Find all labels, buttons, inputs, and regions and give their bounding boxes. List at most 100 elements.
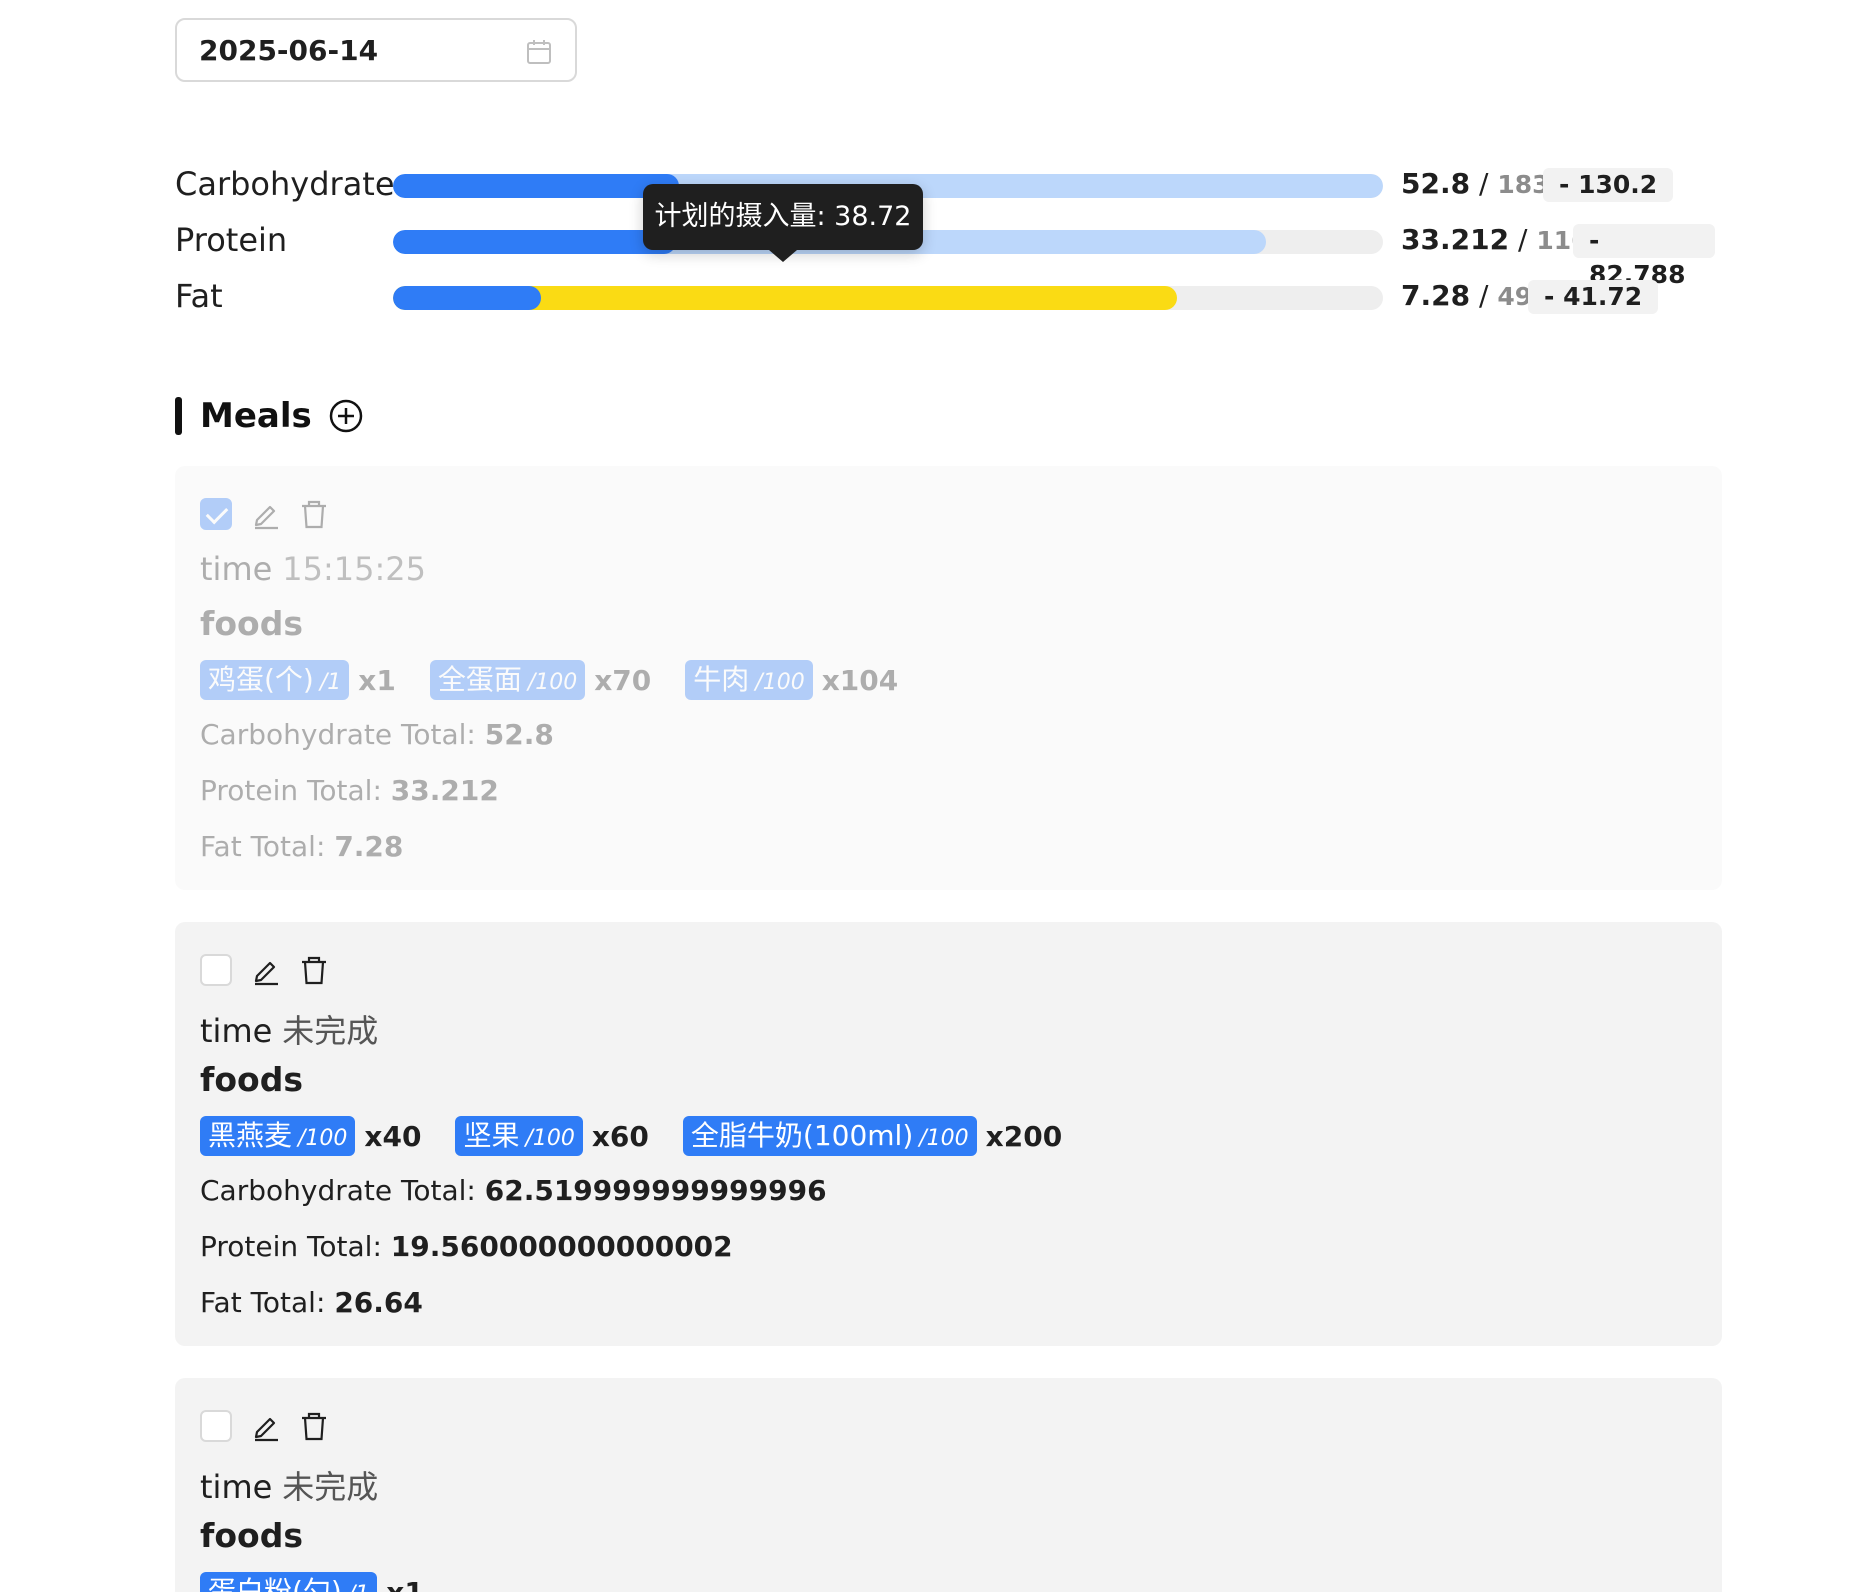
- time-label: time: [200, 1468, 273, 1506]
- meal-time: time 15:15:25: [200, 550, 426, 588]
- section-title: Meals: [200, 396, 312, 436]
- food-unit: /100: [527, 670, 578, 695]
- protein-total-value: 33.212: [390, 774, 499, 807]
- meal-card: time未完成 foods 蛋白粉(勺) /1 x1: [175, 1378, 1722, 1592]
- food-tag[interactable]: 蛋白粉(勺) /1: [200, 1572, 378, 1592]
- food-unit: /1: [348, 1582, 369, 1592]
- food-tag[interactable]: 牛肉/100: [685, 660, 813, 700]
- separator: /: [1479, 279, 1489, 312]
- actual-fill: [393, 174, 680, 198]
- food-qty: x60: [591, 1119, 649, 1153]
- meal-time: time 未完成: [200, 1462, 378, 1508]
- add-meal-icon[interactable]: [328, 398, 364, 434]
- food-tag[interactable]: 全蛋面/100: [429, 660, 586, 700]
- current-value: 7.28: [1401, 279, 1471, 312]
- macro-values: 33.212 / 116: [1401, 220, 1589, 261]
- date-picker[interactable]: 2025-06-14: [175, 18, 577, 82]
- food-list: 蛋白粉(勺) /1 x1: [200, 1572, 458, 1592]
- meal-actions: [200, 952, 346, 988]
- food-name: 坚果: [463, 1119, 520, 1152]
- food-qty: x104: [821, 663, 899, 697]
- food-name: 牛肉: [693, 663, 750, 696]
- macro-label: Fat: [175, 277, 223, 315]
- fat-total-value: 7.28: [334, 830, 404, 863]
- actual-fill: [393, 286, 541, 310]
- meal-card: time 15:15:25 foods 鸡蛋(个)/1 x1 全蛋面/100 x7…: [175, 466, 1722, 890]
- macro-row-carbohydrate: Carbohydrate 52.8 / 183 - 130.2: [175, 164, 1715, 204]
- time-value: 未完成: [282, 1468, 379, 1506]
- edit-icon[interactable]: [250, 1410, 282, 1442]
- protein-total-label: Protein Total:: [200, 1230, 382, 1263]
- meals-header: Meals: [175, 396, 364, 436]
- difference-badge: - 41.72: [1528, 280, 1659, 314]
- protein-total-value: 19.560000000000002: [390, 1230, 733, 1263]
- time-value: 15:15:25: [282, 550, 427, 588]
- carb-total: Carbohydrate Total: 62.519999999999996: [200, 1174, 827, 1207]
- separator: /: [1517, 223, 1528, 256]
- foods-label: foods: [200, 604, 303, 643]
- edit-icon[interactable]: [250, 498, 282, 530]
- food-tag[interactable]: 黑燕麦/100: [200, 1116, 356, 1156]
- meal-done-checkbox[interactable]: [200, 954, 232, 986]
- meal-card: time 未完成 foods 黑燕麦/100 x40 坚果/100 x60 全脂牛…: [175, 922, 1722, 1346]
- carb-total-value: 52.8: [484, 718, 554, 751]
- food-unit: /100: [919, 1126, 969, 1151]
- delete-icon[interactable]: [298, 954, 330, 986]
- macro-label: Protein: [175, 221, 288, 259]
- plan-tooltip: 计划的摄入量: 38.72: [643, 184, 923, 262]
- protein-total-label: Protein Total:: [200, 774, 382, 807]
- meal-done-checkbox[interactable]: [200, 498, 232, 530]
- protein-total: Protein Total: 33.212: [200, 774, 499, 807]
- target-value: 49: [1497, 282, 1533, 311]
- time-label: time: [200, 1012, 273, 1050]
- separator: /: [1479, 167, 1489, 200]
- fat-total-value: 26.64: [334, 1286, 423, 1319]
- foods-label: foods: [200, 1516, 303, 1555]
- protein-total: Protein Total: 19.560000000000002: [200, 1230, 733, 1263]
- macro-row-protein: Protein 33.212 / 116 - 82.788: [175, 220, 1715, 289]
- food-name: 全蛋面: [437, 663, 522, 696]
- carb-total-label: Carbohydrate Total:: [200, 718, 476, 751]
- date-value: 2025-06-14: [199, 33, 379, 67]
- food-qty: x200: [985, 1119, 1063, 1153]
- food-tag[interactable]: 鸡蛋(个)/1: [200, 660, 350, 700]
- edit-icon[interactable]: [250, 954, 282, 986]
- section-marker: [175, 397, 182, 435]
- food-name: 黑燕麦: [208, 1119, 293, 1152]
- current-value: 33.212: [1401, 223, 1510, 256]
- meal-actions: [200, 496, 346, 532]
- food-list: 黑燕麦/100 x40 坚果/100 x60 全脂牛奶(100ml)/100 x…: [200, 1116, 1096, 1156]
- time-value: 未完成: [282, 1012, 379, 1050]
- fat-total: Fat Total: 26.64: [200, 1286, 423, 1319]
- food-name: 鸡蛋(个): [208, 663, 314, 696]
- time-label: time: [200, 550, 273, 588]
- meal-actions: [200, 1408, 346, 1444]
- foods-label: foods: [200, 1060, 303, 1099]
- target-value: 183: [1497, 170, 1550, 199]
- food-qty: x1: [358, 663, 396, 697]
- progress-bar[interactable]: [393, 286, 1383, 310]
- difference-badge: - 130.2: [1543, 168, 1674, 202]
- food-qty: x40: [364, 1119, 422, 1153]
- fat-total-label: Fat Total:: [200, 1286, 326, 1319]
- food-name: 全脂牛奶(100ml): [690, 1119, 914, 1152]
- macro-values: 52.8 / 183: [1401, 164, 1550, 205]
- carb-total-label: Carbohydrate Total:: [200, 1174, 476, 1207]
- current-value: 52.8: [1401, 167, 1471, 200]
- delete-icon[interactable]: [298, 1410, 330, 1442]
- food-name: 蛋白粉(勺): [208, 1575, 342, 1592]
- food-tag[interactable]: 坚果/100: [455, 1116, 583, 1156]
- food-tag[interactable]: 全脂牛奶(100ml)/100: [682, 1116, 977, 1156]
- food-qty: x1: [386, 1575, 424, 1592]
- calendar-icon: [527, 40, 551, 64]
- delete-icon[interactable]: [298, 498, 330, 530]
- fat-total: Fat Total: 7.28: [200, 830, 403, 863]
- food-unit: /100: [525, 1126, 575, 1151]
- food-unit: /100: [755, 670, 805, 695]
- macro-values: 7.28 / 49: [1401, 276, 1532, 317]
- food-qty: x70: [594, 663, 652, 697]
- meal-done-checkbox[interactable]: [200, 1410, 232, 1442]
- macro-row-fat: Fat 7.28 / 49 - 41.72: [175, 276, 1715, 316]
- food-unit: /1: [319, 670, 342, 695]
- actual-fill: [393, 230, 677, 254]
